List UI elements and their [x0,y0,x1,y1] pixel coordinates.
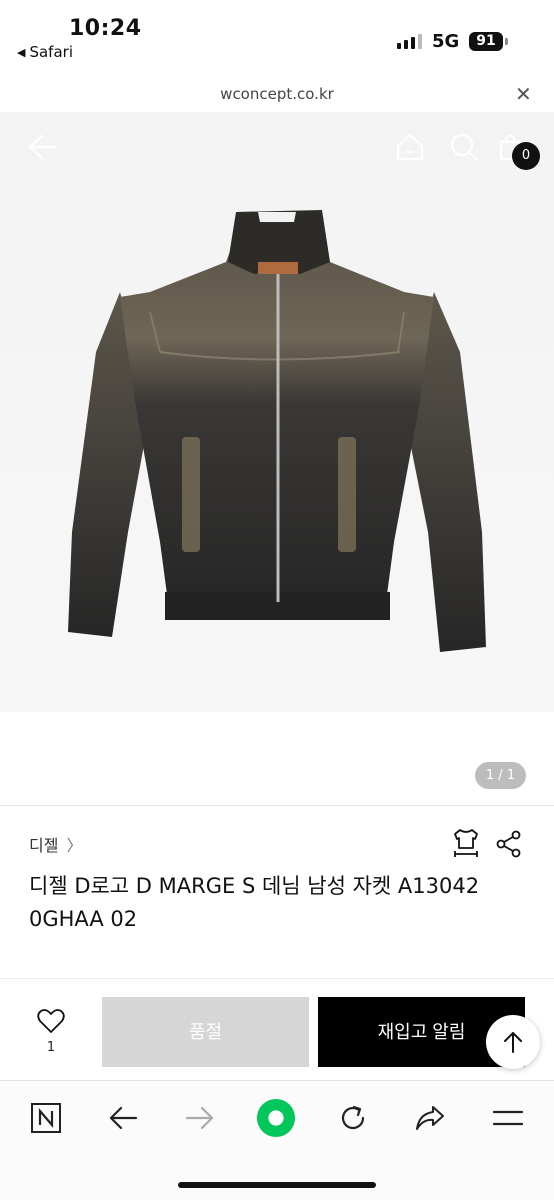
product-title: 디젤 D로고 D MARGE S 데님 남성 자켓 A13042 0GHAA 0… [29,874,480,931]
product-image[interactable] [0,112,554,712]
divider [0,805,554,806]
heart-icon [37,1009,65,1033]
url-text[interactable]: wconcept.co.kr [0,85,554,103]
back-triangle-icon: ◀ [17,45,26,59]
brand-name: 디젤 [29,836,59,855]
menu-icon[interactable] [488,1098,528,1138]
image-counter: 1 / 1 [475,762,526,789]
home-indicator [178,1182,376,1188]
chevron-right-icon: 〉 [66,836,83,855]
battery-icon: 91 [469,32,503,51]
jacket-image [68,210,486,652]
signal-icon [397,34,422,49]
green-dot-icon[interactable] [256,1098,296,1138]
share-arrow-icon[interactable] [410,1098,450,1138]
status-time: 10:24 [69,16,142,41]
search-icon[interactable] [449,132,479,166]
back-app-label: Safari [29,43,73,61]
like-count: 1 [46,1040,56,1055]
battery-level: 91 [476,33,496,49]
share-icon[interactable] [495,830,523,862]
naver-home-icon[interactable] [26,1098,66,1138]
back-to-app-link[interactable]: ◀ Safari [17,43,73,61]
back-arrow-icon[interactable] [26,132,58,166]
browser-back-icon[interactable] [103,1098,143,1138]
home-icon[interactable] [395,132,425,166]
soldout-button[interactable]: 품절 [102,997,309,1067]
scroll-to-top-button[interactable] [486,1015,540,1069]
like-button[interactable]: 1 [33,1008,69,1055]
close-icon[interactable]: ✕ [515,82,532,106]
status-bar: 10:24 ◀ Safari 5G 91 [0,0,554,78]
url-bar[interactable]: wconcept.co.kr ✕ [0,78,554,112]
size-guide-icon[interactable] [451,828,481,864]
network-type: 5G [432,31,460,52]
battery-tip [505,38,508,45]
divider [0,978,554,979]
brand-link[interactable]: 디젤 〉 [29,832,82,856]
refresh-icon[interactable] [333,1098,373,1138]
arrow-up-icon [504,1032,522,1053]
browser-forward-icon[interactable] [180,1098,220,1138]
cart-count-badge: 0 [512,142,540,170]
